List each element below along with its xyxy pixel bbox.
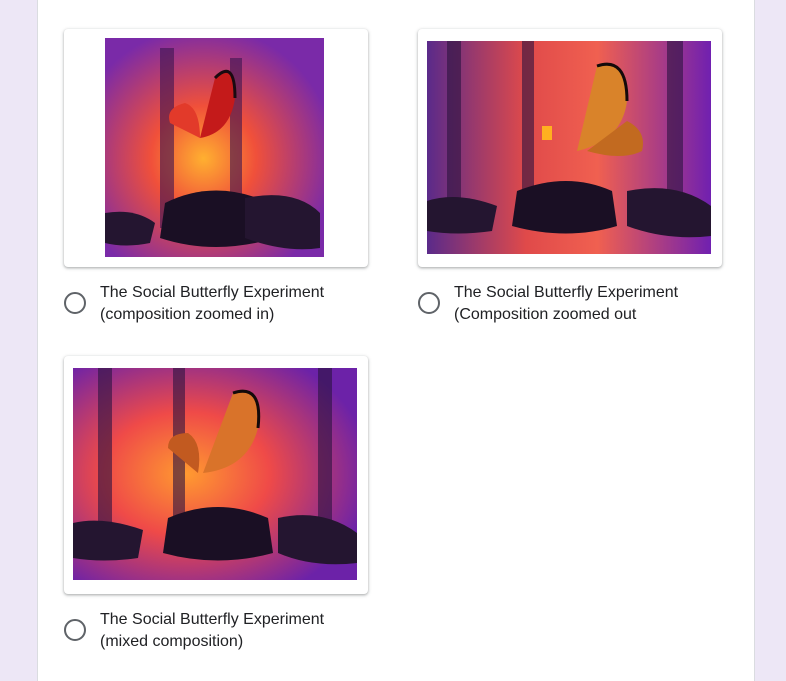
option-1-label: The Social Butterfly Experiment (composi… xyxy=(100,282,350,326)
option-1-image xyxy=(105,38,324,257)
option-1-image-frame xyxy=(64,29,368,267)
option-2-label: The Social Butterfly Experiment (Composi… xyxy=(454,282,704,326)
option-3-radio[interactable] xyxy=(64,619,86,641)
option-3-choice[interactable]: The Social Butterfly Experiment (mixed c… xyxy=(64,609,368,653)
option-3-image-frame xyxy=(64,356,368,594)
option-2: The Social Butterfly Experiment (Composi… xyxy=(418,29,722,326)
form-question-card: The Social Butterfly Experiment (composi… xyxy=(37,0,755,681)
option-3-label-line1: The Social Butterfly Experiment xyxy=(100,611,325,628)
option-3-label: The Social Butterfly Experiment (mixed c… xyxy=(100,609,350,653)
option-3-label-line2: (mixed composition) xyxy=(100,633,244,650)
option-1-choice[interactable]: The Social Butterfly Experiment (composi… xyxy=(64,282,368,326)
option-1-label-line2: (composition zoomed in) xyxy=(100,306,275,323)
option-2-choice[interactable]: The Social Butterfly Experiment (Composi… xyxy=(418,282,722,326)
option-3: The Social Butterfly Experiment (mixed c… xyxy=(64,356,368,653)
option-2-label-line1: The Social Butterfly Experiment xyxy=(454,284,679,301)
option-1-label-line1: The Social Butterfly Experiment xyxy=(100,284,325,301)
option-2-image-frame xyxy=(418,29,722,267)
option-2-image xyxy=(427,41,711,254)
option-1-radio[interactable] xyxy=(64,292,86,314)
option-3-image xyxy=(73,368,357,580)
option-1: The Social Butterfly Experiment (composi… xyxy=(64,29,368,326)
option-2-radio[interactable] xyxy=(418,292,440,314)
option-2-label-line2: (Composition zoomed out xyxy=(454,306,637,323)
